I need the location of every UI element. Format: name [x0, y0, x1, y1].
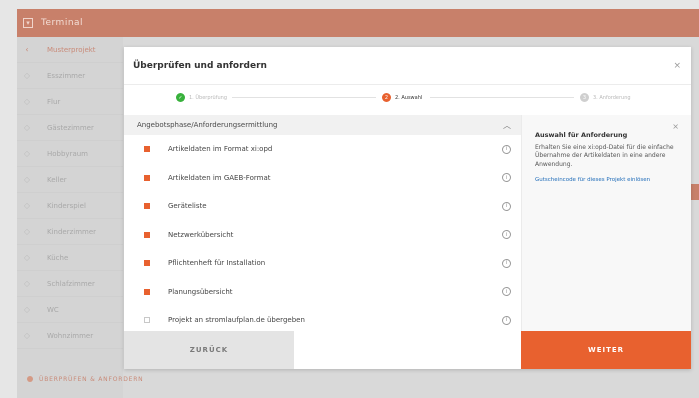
chevron-up-icon[interactable]: ︿ [503, 120, 511, 131]
room-icon: ◇ [23, 175, 31, 184]
chevron-left-icon: ‹ [25, 45, 29, 54]
info-icon[interactable]: i [502, 201, 511, 211]
option-label: Planungsübersicht [168, 287, 233, 296]
checkbox[interactable] [144, 174, 150, 181]
step-review[interactable]: ✓ 1. Überprüfung [176, 93, 227, 102]
sidebar-item[interactable]: ◇ Küche [17, 245, 123, 271]
options-list: Angebotsphase/Anforderungsermittlung ︿ A… [124, 115, 521, 331]
sidebar-item[interactable]: ◇ Schlafzimmer [17, 271, 123, 297]
room-icon: ◇ [23, 123, 31, 132]
room-icon: ◇ [23, 253, 31, 262]
sidebar-item[interactable]: ◇ Hobbyraum [17, 141, 123, 167]
checkbox[interactable] [144, 288, 150, 295]
option-label: Geräteliste [168, 202, 207, 211]
room-icon: ◇ [23, 97, 31, 106]
sidebar-item[interactable]: ◇ WC [17, 297, 123, 323]
step-request[interactable]: 3 3. Anforderung [580, 93, 631, 102]
step-label: 3. Anforderung [593, 94, 631, 101]
room-icon: ◇ [23, 201, 31, 210]
section-header[interactable]: Angebotsphase/Anforderungsermittlung ︿ [124, 115, 521, 135]
menu-icon[interactable]: ▾ [23, 18, 33, 28]
option-row[interactable]: Pflichtenheft für Installation i [124, 249, 521, 278]
sidebar-item-project[interactable]: ‹ Musterprojekt [17, 37, 123, 63]
option-label: Artikeldaten im Format xi:opd [168, 145, 273, 154]
checkbox[interactable] [144, 203, 150, 210]
sidebar-item[interactable]: ◇ Esszimmer [17, 63, 123, 89]
checkbox[interactable] [144, 317, 150, 324]
sidebar-item[interactable]: ◇ Kinderspiel [17, 193, 123, 219]
step-connector [430, 97, 574, 98]
option-row[interactable]: Artikeldaten im GAEB-Format i [124, 164, 521, 193]
checkbox[interactable] [144, 231, 150, 238]
sidebar-item[interactable]: ◇ Kinderzimmer [17, 219, 123, 245]
sidebar-item[interactable]: ◇ Flur [17, 89, 123, 115]
info-text: Erhalten Sie eine xi:opd-Datei für die e… [535, 144, 674, 168]
option-label: Projekt an stromlaufplan.de übergeben [168, 316, 305, 325]
status-dot-icon [27, 376, 33, 382]
modal-header: Überprüfen und anfordern × [124, 47, 691, 85]
info-icon[interactable]: i [502, 258, 511, 268]
option-label: Netzwerkübersicht [168, 230, 234, 239]
back-button[interactable]: ZURÜCK [124, 331, 294, 369]
step-connector [232, 97, 376, 98]
app-topbar: ▾ Terminal [17, 9, 699, 37]
info-panel: × Auswahl für Anforderung Erhalten Sie e… [521, 115, 691, 331]
stepper: ✓ 1. Überprüfung 2 2. Auswahl 3 3. Anfor… [124, 85, 691, 111]
checkbox[interactable] [144, 260, 150, 267]
modal-footer: ZURÜCK WEITER [124, 331, 691, 369]
room-icon: ◇ [23, 227, 31, 236]
sidebar: ‹ Musterprojekt ◇ Esszimmer ◇ Flur ◇ Gästezi… [17, 37, 123, 398]
close-icon[interactable]: × [672, 122, 679, 131]
step-number: 2 [382, 93, 391, 102]
footer-spacer [294, 331, 521, 369]
option-label: Artikeldaten im GAEB-Format [168, 173, 271, 182]
info-icon[interactable]: i [502, 144, 511, 154]
voucher-link[interactable]: Gutscheincode für dieses Projekt einlöse… [535, 177, 678, 183]
step-number: 3 [580, 93, 589, 102]
info-icon[interactable]: i [502, 315, 511, 325]
sidebar-item[interactable]: ◇ Gästezimmer [17, 115, 123, 141]
step-label: 2. Auswahl [395, 94, 423, 101]
info-title: Auswahl für Anforderung [535, 131, 628, 139]
sidebar-item[interactable]: ◇ Keller [17, 167, 123, 193]
info-icon[interactable]: i [502, 173, 511, 183]
app-title: Terminal [41, 18, 84, 28]
step-label: 1. Überprüfung [189, 94, 227, 101]
room-icon: ◇ [23, 279, 31, 288]
option-row[interactable]: Geräteliste i [124, 192, 521, 221]
section-title: Angebotsphase/Anforderungsermittlung [137, 121, 278, 129]
room-icon: ◇ [23, 71, 31, 80]
info-icon[interactable]: i [502, 230, 511, 240]
next-button[interactable]: WEITER [521, 331, 691, 369]
close-icon[interactable]: × [673, 61, 681, 71]
option-row[interactable]: Artikeldaten im Format xi:opd i [124, 135, 521, 164]
room-icon: ◇ [23, 331, 31, 340]
option-label: Pflichtenheft für Installation [168, 259, 266, 268]
checkbox[interactable] [144, 146, 150, 153]
review-request-modal: Überprüfen und anfordern × ✓ 1. Überprüf… [124, 47, 691, 369]
info-icon[interactable]: i [502, 287, 511, 297]
modal-title: Überprüfen und anfordern [133, 60, 267, 71]
step-selection[interactable]: 2 2. Auswahl [382, 93, 422, 102]
option-row[interactable]: Projekt an stromlaufplan.de übergeben i [124, 306, 521, 331]
option-row[interactable]: Netzwerkübersicht i [124, 221, 521, 250]
check-icon: ✓ [176, 93, 185, 102]
room-icon: ◇ [23, 149, 31, 158]
sidebar-item[interactable]: ◇ Wohnzimmer [17, 323, 123, 349]
option-row[interactable]: Planungsübersicht i [124, 278, 521, 307]
sidebar-footer-action[interactable]: ÜBERPRÜFEN & ANFORDERN [27, 369, 177, 389]
room-icon: ◇ [23, 305, 31, 314]
